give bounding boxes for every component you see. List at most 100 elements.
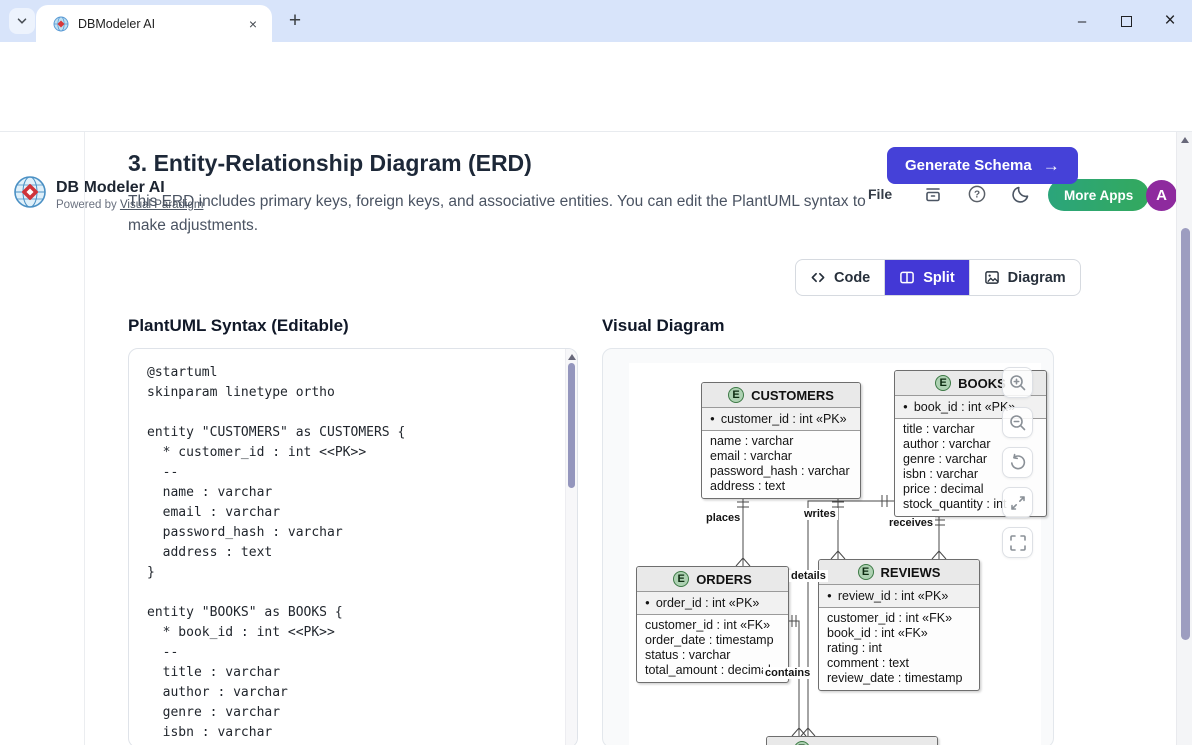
entity-ORDER_ITEMS[interactable]: E ORDER_ITEMS (766, 736, 938, 745)
view-toggle-split[interactable]: Split (885, 260, 969, 295)
fullscreen-icon (1008, 533, 1028, 553)
arrow-right-icon: → (1043, 156, 1060, 176)
fit-expand-button[interactable] (1002, 487, 1033, 518)
code-line (147, 403, 565, 423)
code-line: skinparam linetype ortho (147, 383, 565, 403)
relationship-label-contains: contains (763, 667, 812, 679)
entity-attribute: password_hash : varchar (710, 464, 852, 479)
entity-name: ORDER_ITEMS (817, 742, 911, 745)
entity-attribute: order_date : timestamp (645, 633, 780, 648)
view-toggle-group: Code Split Diagram (795, 259, 1081, 296)
code-line: genre : varchar (147, 703, 565, 723)
entity-header: E CUSTOMERS (702, 383, 860, 407)
split-icon (899, 270, 915, 285)
code-line: isbn : varchar (147, 723, 565, 743)
pk-bullet-icon: ● (645, 599, 650, 607)
app-user-avatar[interactable]: A (1146, 180, 1177, 211)
entity-name: REVIEWS (881, 565, 941, 580)
entity-pk-text: order_id : int «PK» (656, 596, 760, 610)
scroll-up-arrow-icon[interactable] (1181, 137, 1189, 143)
entity-attribute: book_id : int «FK» (827, 626, 971, 641)
editor-scrollbar[interactable] (565, 349, 577, 745)
entity-REVIEWS[interactable]: EREVIEWS●review_id : int «PK»customer_id… (818, 559, 980, 691)
entity-pk-row: ● order_id : int «PK» (637, 591, 788, 615)
entity-type-icon: E (794, 741, 810, 745)
entity-attribute: comment : text (827, 656, 971, 671)
entity-attribute: review_date : timestamp (827, 671, 971, 686)
app-logo (13, 175, 47, 209)
relationship-label-details: details (789, 570, 828, 582)
browser-toolbar: ← → ai-toolbox.visual-paradigm.com/app/d… (0, 42, 1192, 84)
entity-name: CUSTOMERS (751, 388, 834, 403)
entity-attributes: name : varcharemail : varcharpassword_ha… (702, 431, 860, 498)
expand-arrows-icon (1008, 493, 1028, 513)
entity-ORDERS[interactable]: E ORDERS ● order_id : int «PK» customer_id :… (636, 566, 789, 683)
zoom-in-icon (1008, 373, 1028, 393)
editor-scrollbar-thumb[interactable] (568, 363, 575, 488)
plantuml-editor-panel: @startumlskinparam linetype orthoentity … (128, 348, 578, 745)
window-maximize-button[interactable] (1116, 16, 1136, 27)
code-line: entity "CUSTOMERS" as CUSTOMERS { (147, 423, 565, 443)
code-line: * book_id : int <<PK>> (147, 623, 565, 643)
plantuml-code-area[interactable]: @startumlskinparam linetype orthoentity … (129, 349, 565, 745)
browser-tab[interactable]: DBModeler AI × (36, 5, 272, 42)
code-line: password_hash : varchar (147, 523, 565, 543)
pk-bullet-icon: ● (827, 592, 832, 600)
code-line: email : varchar (147, 503, 565, 523)
page-scrollbar[interactable] (1176, 132, 1192, 745)
tab-search-button[interactable] (9, 8, 35, 34)
scroll-up-arrow-icon[interactable] (568, 354, 576, 360)
reset-rotate-icon (1008, 453, 1028, 473)
entity-attribute: status : varchar (645, 648, 780, 663)
code-line: } (147, 563, 565, 583)
visual-diagram-panel: E CUSTOMERS ●customer_id : int «PK»name : … (602, 348, 1054, 745)
view-toggle-code[interactable]: Code (796, 260, 885, 295)
app-header: DB Modeler AI Powered by Visual Paradigm… (0, 84, 1192, 132)
code-line (147, 583, 565, 603)
entity-pk-text: review_id : int «PK» (838, 589, 948, 603)
diagram-heading: Visual Diagram (602, 316, 725, 336)
code-line: address : text (147, 543, 565, 563)
entity-attribute: rating : int (827, 641, 971, 656)
dark-mode-moon-icon[interactable] (1011, 184, 1031, 204)
content-left-border (84, 132, 85, 745)
fullscreen-button[interactable] (1002, 527, 1033, 558)
tab-close-icon[interactable]: × (244, 15, 262, 33)
archive-icon[interactable] (923, 184, 943, 204)
page-scrollbar-thumb[interactable] (1181, 228, 1190, 640)
section-description: This ERD includes primary keys, foreign … (128, 190, 876, 238)
zoom-out-button[interactable] (1002, 407, 1033, 438)
relationship-label-places: places (704, 512, 742, 524)
view-toggle-diagram[interactable]: Diagram (970, 260, 1080, 295)
entity-type-icon: E (935, 375, 951, 391)
code-line: title : varchar (147, 663, 565, 683)
reset-view-button[interactable] (1002, 447, 1033, 478)
section-title: 3. Entity-Relationship Diagram (ERD) (128, 150, 532, 177)
tab-favicon (53, 16, 69, 32)
zoom-in-button[interactable] (1002, 367, 1033, 398)
zoom-out-icon (1008, 413, 1028, 433)
new-tab-button[interactable]: + (283, 9, 307, 33)
entity-type-icon: E (728, 387, 744, 403)
window-minimize-button[interactable]: – (1072, 13, 1092, 30)
entity-CUSTOMERS[interactable]: E CUSTOMERS ●customer_id : int «PK»name : … (701, 382, 861, 499)
entity-name: BOOKS (958, 376, 1006, 391)
entity-header: E ORDERS (637, 567, 788, 591)
entity-attribute: total_amount : decimal (645, 663, 780, 678)
help-icon[interactable]: ? (967, 184, 987, 204)
pk-bullet-icon: ● (903, 403, 908, 411)
code-line: * customer_id : int <<PK>> (147, 443, 565, 463)
pk-bullet-icon: ● (710, 415, 715, 423)
entity-type-icon: E (673, 571, 689, 587)
generate-schema-button[interactable]: Generate Schema → (887, 147, 1078, 184)
entity-attribute: customer_id : int «FK» (645, 618, 780, 633)
browser-tab-strip: DBModeler AI × + – × (0, 0, 1192, 42)
window-close-button[interactable]: × (1160, 10, 1180, 32)
relationship-label-receives: receives (887, 517, 935, 529)
entity-pk-row: ●customer_id : int «PK» (702, 407, 860, 431)
entity-attribute: email : varchar (710, 449, 852, 464)
svg-text:?: ? (974, 190, 980, 201)
entity-name: ORDERS (696, 572, 752, 587)
chevron-down-icon (15, 14, 29, 28)
code-line: entity "BOOKS" as BOOKS { (147, 603, 565, 623)
